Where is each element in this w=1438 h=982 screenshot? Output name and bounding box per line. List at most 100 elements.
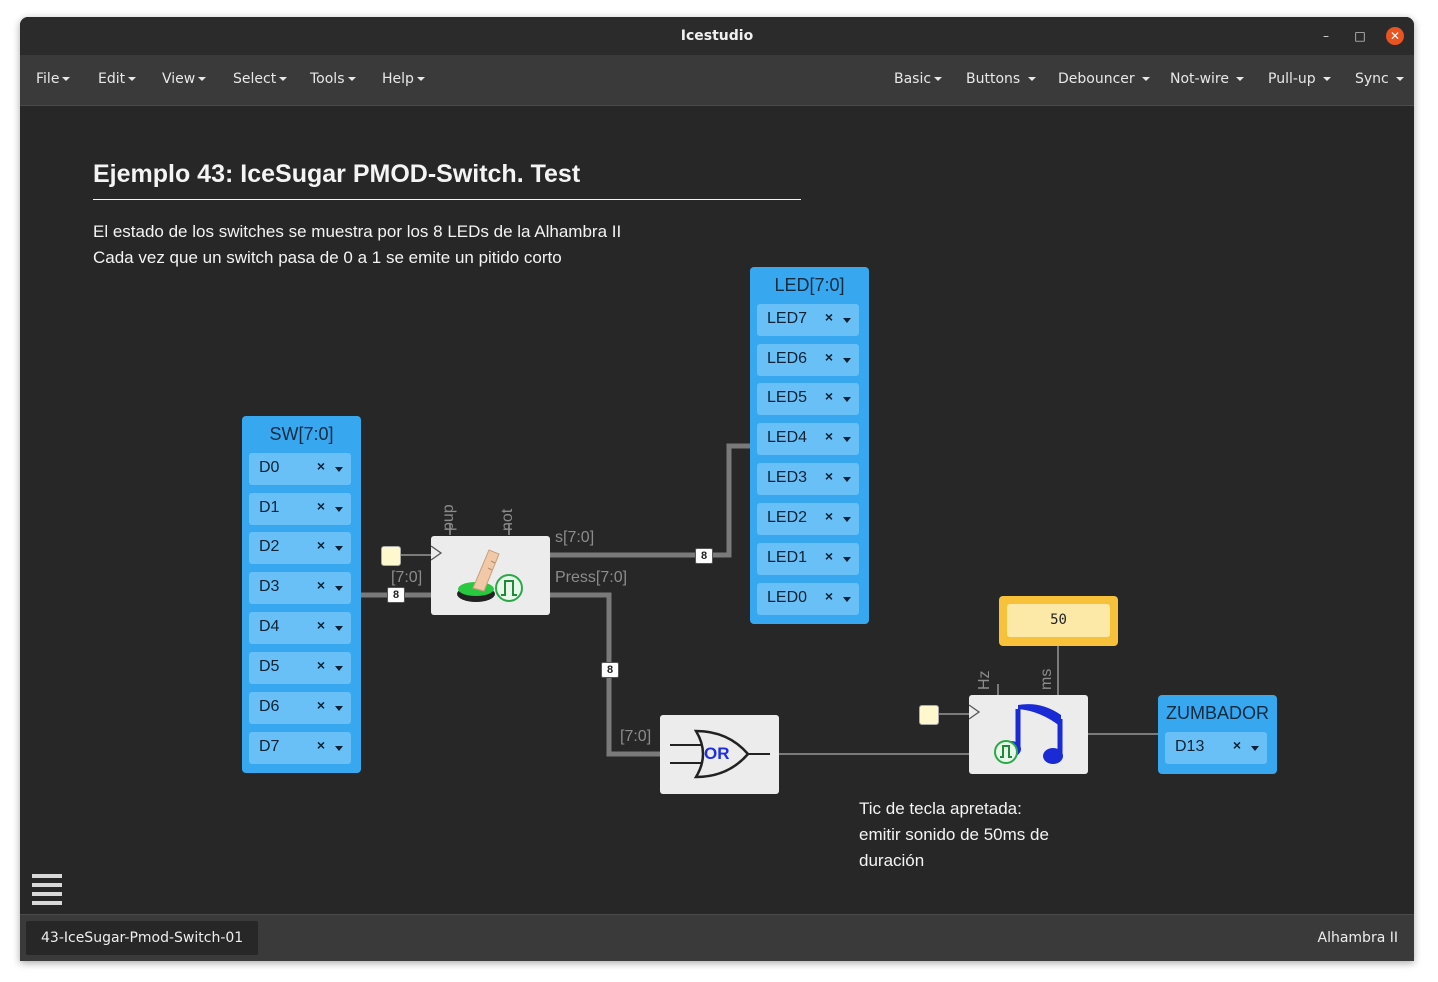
button-module-block[interactable] (430, 536, 550, 615)
minimize-button[interactable]: – (1317, 27, 1335, 45)
remove-pin-icon[interactable]: × (825, 428, 833, 444)
menu-sync[interactable]: Sync (1355, 71, 1405, 87)
buzzer-output-block[interactable]: ZUMBADOR D13 × (1158, 695, 1277, 774)
remove-pin-icon[interactable]: × (825, 508, 833, 524)
sound-module-block[interactable] (968, 695, 1088, 774)
chevron-down-icon[interactable] (335, 586, 343, 591)
pin-select-d5[interactable]: D5 × (249, 652, 351, 684)
chevron-down-icon[interactable] (843, 358, 851, 363)
file-tab[interactable]: 43-IceSugar-Pmod-Switch-01 (26, 921, 259, 955)
board-name[interactable]: Alhambra II (1318, 930, 1399, 946)
pin-select-led4[interactable]: LED4 × (757, 423, 859, 455)
menu-edit[interactable]: Edit (98, 71, 137, 87)
chevron-down-icon[interactable] (335, 626, 343, 631)
chevron-down-icon[interactable] (335, 666, 343, 671)
led-block-title: LED[7:0] (774, 275, 845, 295)
button-icon (430, 545, 523, 602)
buzzer-block-title: ZUMBADOR (1166, 703, 1269, 723)
remove-pin-icon[interactable]: × (317, 617, 325, 633)
remove-pin-icon[interactable]: × (317, 458, 325, 474)
param-hz-label: Hz (976, 670, 993, 690)
chevron-down-icon[interactable] (843, 318, 851, 323)
chevron-down-icon[interactable] (335, 507, 343, 512)
chevron-down-icon[interactable] (335, 546, 343, 551)
remove-pin-icon[interactable]: × (825, 588, 833, 604)
music-note-icon (968, 704, 1063, 764)
bus-width-badge: 8 (601, 662, 619, 678)
chevron-down-icon[interactable] (843, 557, 851, 562)
chevron-down-icon[interactable] (335, 706, 343, 711)
chevron-down-icon[interactable] (1251, 746, 1259, 751)
description-line-2: Cada vez que un switch pasa de 0 a 1 se … (93, 248, 562, 267)
pin-select-d2[interactable]: D2 × (249, 532, 351, 564)
menu-view[interactable]: View (162, 71, 207, 87)
menu-pull-up[interactable]: Pull-up (1268, 71, 1332, 87)
pin-select-led7[interactable]: LED7 × (757, 304, 859, 336)
remove-pin-icon[interactable]: × (825, 349, 833, 365)
remove-pin-icon[interactable]: × (1233, 737, 1241, 753)
pin-select-led5[interactable]: LED5 × (757, 383, 859, 415)
pin-select-led2[interactable]: LED2 × (757, 503, 859, 535)
chevron-down-icon[interactable] (843, 517, 851, 522)
or-gate-block[interactable]: OR (660, 715, 779, 794)
remove-pin-icon[interactable]: × (825, 548, 833, 564)
remove-pin-icon[interactable]: × (825, 309, 833, 325)
app-window: Icestudio – □ ✕ File Edit View Select To… (20, 17, 1414, 961)
pin-select-led0[interactable]: LED0 × (757, 583, 859, 615)
menu-debouncer[interactable]: Debouncer (1058, 71, 1151, 87)
remove-pin-icon[interactable]: × (825, 468, 833, 484)
sw-input-block[interactable]: SW[7:0] D0 × D1 × D2 × D3 × D4 × D5 × D6 × D7 × (242, 416, 361, 773)
remove-pin-icon[interactable]: × (317, 737, 325, 753)
clock-input-button[interactable] (381, 546, 401, 566)
note-line-1: Tic de tecla apretada: (859, 799, 1022, 818)
chevron-down-icon[interactable] (843, 477, 851, 482)
title-underline (93, 199, 801, 200)
menu-file[interactable]: File (36, 71, 71, 87)
remove-pin-icon[interactable]: × (825, 388, 833, 404)
button-input-label: [7:0] (391, 569, 423, 586)
hamburger-menu-icon[interactable] (32, 874, 62, 910)
pin-select-d0[interactable]: D0 × (249, 453, 351, 485)
remove-pin-icon[interactable]: × (317, 537, 325, 553)
chevron-down-icon[interactable] (843, 437, 851, 442)
menu-tools[interactable]: Tools (310, 71, 356, 87)
pin-select-d3[interactable]: D3 × (249, 572, 351, 604)
chevron-down-icon[interactable] (843, 597, 851, 602)
chevron-down-icon[interactable] (335, 746, 343, 751)
bus-width-badge: 8 (695, 548, 713, 564)
status-bar: 43-IceSugar-Pmod-Switch-01 Alhambra II (20, 914, 1414, 961)
pin-select-d6[interactable]: D6 × (249, 692, 351, 724)
param-not-label: not (499, 508, 516, 531)
remove-pin-icon[interactable]: × (317, 657, 325, 673)
menu-basic[interactable]: Basic (894, 71, 943, 87)
remove-pin-icon[interactable]: × (317, 577, 325, 593)
menu-select[interactable]: Select (233, 71, 288, 87)
page-title: Ejemplo 43: IceSugar PMOD-Switch. Test (93, 160, 581, 188)
remove-pin-icon[interactable]: × (317, 697, 325, 713)
close-button[interactable]: ✕ (1386, 27, 1404, 45)
menu-help[interactable]: Help (382, 71, 425, 87)
bus-width-badge: 8 (387, 587, 405, 603)
pin-select-led3[interactable]: LED3 × (757, 463, 859, 495)
chevron-down-icon[interactable] (843, 397, 851, 402)
note-line-3: duración (859, 851, 925, 870)
pin-select-d7[interactable]: D7 × (249, 732, 351, 764)
pin-select-d1[interactable]: D1 × (249, 493, 351, 525)
param-pup-label: pup (440, 504, 457, 531)
constant-block[interactable]: 50 (999, 596, 1118, 646)
menu-not-wire[interactable]: Not-wire (1170, 71, 1245, 87)
clock-input-sound[interactable] (919, 705, 939, 725)
pin-select-d13[interactable]: D13 × (1165, 732, 1267, 764)
remove-pin-icon[interactable]: × (317, 498, 325, 514)
led-output-block[interactable]: LED[7:0] LED7 × LED6 × LED5 × LED4 × LED3 × L… (750, 267, 869, 624)
title-bar: Icestudio – □ ✕ (20, 17, 1414, 56)
pin-select-led6[interactable]: LED6 × (757, 344, 859, 376)
pin-select-led1[interactable]: LED1 × (757, 543, 859, 575)
chevron-down-icon[interactable] (335, 467, 343, 472)
maximize-button[interactable]: □ (1351, 27, 1369, 45)
design-canvas[interactable]: Ejemplo 43: IceSugar PMOD-Switch. Test E… (20, 106, 1414, 914)
constant-value[interactable]: 50 (1007, 604, 1110, 637)
window-title: Icestudio (680, 28, 754, 44)
menu-buttons[interactable]: Buttons (966, 71, 1036, 87)
pin-select-d4[interactable]: D4 × (249, 612, 351, 644)
